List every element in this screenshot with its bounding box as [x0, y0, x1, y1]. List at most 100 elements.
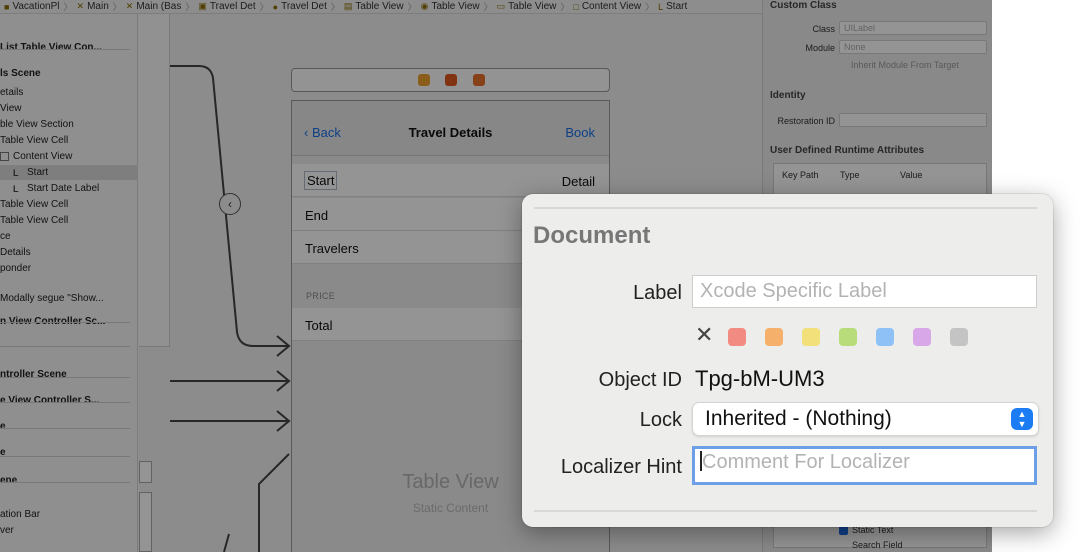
restoration-id-label: Restoration ID	[777, 116, 835, 126]
outline-item[interactable]: e View Controller S...	[0, 393, 138, 408]
outline-divider	[0, 377, 130, 378]
outline-item[interactable]: ls Scene	[0, 66, 138, 81]
outline-item[interactable]: ation Bar	[0, 507, 138, 522]
end-label[interactable]: End	[305, 208, 328, 223]
outline-item[interactable]: Table View Cell	[0, 133, 138, 148]
outline-item[interactable]: Details	[0, 245, 138, 260]
detail-label[interactable]: Detail	[562, 174, 595, 189]
breadcrumb-item[interactable]: ▤ Table View	[340, 1, 408, 12]
lock-select[interactable]: Inherited - (Nothing) ▲ ▼	[692, 402, 1039, 436]
search-field-checkbox[interactable]: Search Field	[852, 540, 903, 550]
outline-item-label: List Table View Con...	[0, 42, 102, 53]
scene-dock	[291, 68, 610, 92]
label-icon: L	[658, 1, 664, 12]
breadcrumb-separator: 〉	[330, 2, 340, 12]
outline-item[interactable]: L Start	[0, 165, 138, 180]
color-swatch[interactable]	[913, 328, 931, 346]
book-button[interactable]: Book	[565, 125, 595, 140]
outline-item[interactable]: e	[0, 419, 138, 434]
color-swatch[interactable]	[876, 328, 894, 346]
breadcrumb-item[interactable]: ◉ Table View	[417, 1, 484, 12]
inherit-module-checkbox[interactable]: Inherit Module From Target	[851, 60, 959, 70]
breadcrumb-item[interactable]: □ Content View	[569, 1, 645, 12]
breadcrumb-item[interactable]: ▭ Table View	[493, 1, 561, 12]
color-swatch[interactable]	[765, 328, 783, 346]
localizer-hint-label: Localizer Hint	[560, 456, 682, 478]
navigation-bar: ‹ Back Travel Details Book	[292, 101, 609, 156]
outline-item[interactable]: ce	[0, 229, 138, 244]
module-field[interactable]: None	[839, 40, 987, 54]
color-swatch[interactable]	[728, 328, 746, 346]
breadcrumb-item[interactable]: ✕ Main (Bas	[122, 1, 186, 12]
breadcrumb-label: Main (Bas	[136, 1, 182, 12]
chevron-updown-icon: ▲ ▼	[1011, 408, 1033, 430]
start-label[interactable]: Start	[304, 171, 338, 190]
segue-button[interactable]: ‹	[219, 193, 241, 215]
breadcrumb-label: Travel Det	[281, 1, 327, 12]
outline-item[interactable]: ble View Section	[0, 117, 138, 132]
outline-item-label: Table View Cell	[0, 215, 69, 226]
storyboard-icon: ✕	[125, 1, 134, 11]
class-field[interactable]: UILabel	[839, 21, 987, 35]
breadcrumb-item[interactable]: ● Travel Det	[269, 1, 331, 12]
outline-item[interactable]: Content View	[0, 149, 138, 164]
outline-item[interactable]: Modally segue "Show...	[0, 291, 138, 306]
outline-item[interactable]	[0, 330, 138, 345]
outline-item[interactable]: View	[0, 101, 138, 116]
outline-item-label: ponder	[0, 263, 32, 274]
outline-divider	[0, 346, 130, 347]
outline-item-label: ene	[0, 475, 18, 486]
breadcrumb-separator: 〉	[63, 2, 73, 12]
outline-divider	[0, 402, 130, 403]
storyboard-icon: ✕	[76, 1, 85, 11]
outline-item[interactable]: e	[0, 445, 138, 460]
contentview-icon: □	[573, 1, 579, 12]
price-section-header: PRICE	[306, 291, 336, 301]
outline-item[interactable]: etails	[0, 85, 138, 100]
outline-item[interactable]: List Table View Con...	[0, 40, 138, 55]
color-swatch[interactable]	[839, 328, 857, 346]
cell-icon: ▭	[496, 1, 506, 11]
outline-item[interactable]: L Start Date Label	[0, 181, 138, 196]
section-icon: ◉	[420, 1, 429, 11]
module-label: Module	[805, 43, 835, 53]
breadcrumb-label: Table View	[508, 1, 557, 12]
outline-item[interactable]: Table View Cell	[0, 197, 138, 212]
outline-item[interactable]: ver	[0, 523, 138, 538]
total-label[interactable]: Total	[305, 318, 332, 333]
divider	[534, 510, 1037, 512]
color-swatch[interactable]	[950, 328, 968, 346]
outline-item-label: Table View Cell	[0, 199, 69, 210]
outline-item[interactable]	[0, 277, 138, 292]
outline-item[interactable]: Table View Cell	[0, 213, 138, 228]
outline-item[interactable]: ponder	[0, 261, 138, 276]
breadcrumb-item[interactable]: ✕ Main	[73, 1, 113, 12]
breadcrumb-separator: 〉	[407, 2, 417, 12]
outline-item-label: Modally segue "Show...	[0, 293, 104, 304]
outline-item-label: e View Controller S...	[0, 395, 100, 406]
tableview-icon: ▤	[343, 1, 353, 11]
outline-item[interactable]	[0, 346, 138, 361]
clear-color-icon[interactable]: ✕	[695, 322, 713, 348]
restoration-id-field[interactable]	[839, 113, 987, 127]
outline-item[interactable]	[0, 489, 138, 504]
breadcrumb-label: VacationPl	[12, 1, 60, 12]
first-responder-icon[interactable]	[445, 74, 457, 86]
travelers-label[interactable]: Travelers	[305, 241, 359, 256]
breadcrumb-item[interactable]: L Start	[654, 1, 691, 12]
breadcrumb-separator: 〉	[645, 2, 655, 12]
outline-item[interactable]: ene	[0, 473, 138, 488]
table-row[interactable]: Start Detail	[292, 164, 609, 197]
outline-item-label: ls Scene	[0, 68, 41, 79]
label-icon: L	[13, 167, 19, 178]
exit-icon[interactable]	[473, 74, 485, 86]
outline-item[interactable]: ntroller Scene	[0, 367, 138, 382]
breadcrumb-item[interactable]: ■ VacationPl	[0, 1, 64, 12]
label-field[interactable]: Xcode Specific Label	[692, 275, 1037, 308]
controller-dock-icon[interactable]	[418, 74, 430, 86]
label-field-label: Label	[633, 282, 682, 304]
color-swatch[interactable]	[802, 328, 820, 346]
breadcrumb-item[interactable]: ▣ Travel Det	[194, 1, 259, 12]
localizer-hint-field[interactable]: Comment For Localizer	[692, 446, 1037, 485]
outline-item-label: ce	[0, 231, 11, 242]
